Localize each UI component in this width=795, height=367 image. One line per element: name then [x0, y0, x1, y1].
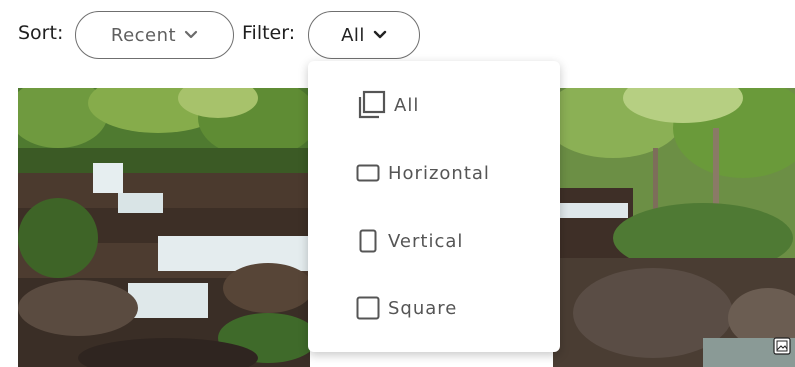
forest-stream-photo[interactable] [553, 88, 795, 367]
square-icon [356, 296, 380, 320]
sort-label: Sort: [18, 22, 64, 44]
filter-option-vertical[interactable]: Vertical [356, 226, 463, 256]
toolbar: Sort: Recent Filter: All [0, 0, 795, 70]
chevron-down-icon [185, 30, 198, 39]
sort-dropdown[interactable]: Recent [75, 11, 234, 59]
filter-option-horizontal[interactable]: Horizontal [356, 158, 490, 188]
filter-option-square[interactable]: Square [356, 293, 457, 323]
horizontal-rectangle-icon [356, 164, 380, 182]
filter-option-label: All [394, 94, 420, 116]
filter-option-label: Square [388, 297, 458, 319]
vertical-rectangle-icon [359, 229, 377, 253]
filter-menu: All Horizontal Vertical Square [308, 61, 560, 352]
filter-dropdown[interactable]: All [308, 11, 420, 59]
filter-label: Filter: [242, 22, 296, 44]
filter-option-label: Vertical [388, 230, 464, 252]
filter-option-all[interactable]: All [356, 90, 419, 120]
stacked-squares-icon [358, 90, 386, 119]
chevron-down-icon [373, 30, 387, 39]
waterfall-photo[interactable] [18, 88, 310, 367]
filter-value: All [341, 24, 365, 46]
filter-option-label: Horizontal [388, 162, 490, 184]
sort-value: Recent [110, 24, 177, 46]
image-icon [773, 337, 791, 355]
